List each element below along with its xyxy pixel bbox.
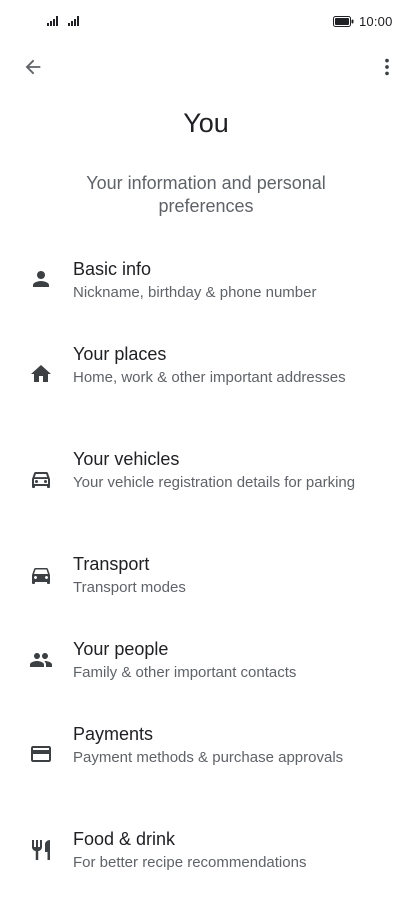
- signal-2-icon: [68, 16, 79, 26]
- person-icon: [29, 267, 53, 291]
- more-options-button[interactable]: [374, 53, 400, 81]
- battery-icon: [333, 16, 354, 27]
- car-outline-icon: [29, 467, 53, 491]
- car-icon: [29, 563, 53, 587]
- menu-item-description: Nickname, birthday & phone number: [73, 284, 317, 301]
- menu-item-title: Your places: [73, 344, 167, 364]
- credit-card-icon: [29, 742, 53, 766]
- menu-item-description: Transport modes: [73, 579, 186, 596]
- menu-item-title: Your vehicles: [73, 449, 180, 469]
- menu-item-description: Payment methods & purchase approvals: [73, 749, 344, 766]
- menu-item-title: Food & drink: [73, 829, 176, 849]
- page-subtitle: Your information and personal preference…: [86, 173, 326, 216]
- menu-item-title: Payments: [73, 724, 154, 744]
- more-vert-icon: [385, 58, 389, 76]
- status-time: 10:00: [359, 14, 393, 29]
- signal-1-icon: [47, 16, 58, 26]
- menu-item-description: Your vehicle registration details for pa…: [73, 474, 356, 491]
- back-button[interactable]: [18, 53, 48, 81]
- home-icon: [29, 362, 53, 386]
- people-icon: [29, 648, 53, 672]
- restaurant-icon: [29, 838, 53, 862]
- page-title: You: [183, 108, 229, 138]
- menu-item-title: Your people: [73, 639, 169, 659]
- menu-item-description: For better recipe recommendations: [73, 854, 307, 871]
- menu-item-title: Basic info: [73, 259, 152, 279]
- menu-item-description: Home, work & other important addresses: [73, 369, 346, 386]
- menu-item-description: Family & other important contacts: [73, 664, 297, 681]
- menu-item-title: Transport: [73, 554, 150, 574]
- status-bar: 10:00: [0, 0, 412, 44]
- arrow-back-icon: [25, 59, 41, 75]
